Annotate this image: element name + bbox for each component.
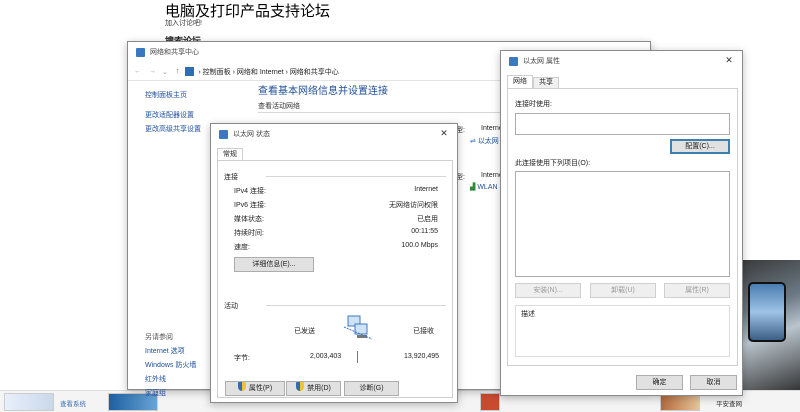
breadcrumb: › 控制面板 › 网络和 Internet › 网络和共享中心	[198, 68, 339, 76]
bytes-received-value: 13,920,495	[404, 353, 440, 360]
configure-button[interactable]: 配置(C)...	[670, 139, 730, 154]
ipv4-value: Internet	[414, 186, 438, 193]
wlan-connection[interactable]: ▟ WLAN	[470, 183, 498, 191]
back-arrow-icon[interactable]: ←	[134, 68, 141, 75]
page-heading: 查看基本网络信息并设置连接	[258, 86, 388, 97]
properties-titlebar[interactable]: 以太网 属性	[501, 51, 742, 71]
section-connection: 连接	[224, 174, 238, 181]
disable-label: 禁用(D)	[307, 385, 331, 392]
status-properties-button[interactable]: 属性(P)	[225, 381, 285, 396]
duration-value: 00:11:55	[411, 228, 438, 235]
ethernet-icon: ⇌	[470, 138, 478, 145]
active-networks-label: 查看活动网络	[258, 103, 300, 110]
uac-shield-icon	[237, 382, 246, 391]
divider	[357, 351, 358, 363]
see-also-internet-options[interactable]: Internet 选项	[145, 346, 185, 356]
ipv6-value: 无网络访问权限	[389, 202, 438, 209]
connection-details: IPv4 连接: Internet IPv6 连接: 无网络访问权限 媒体状态: 已启…	[234, 186, 438, 256]
status-tab-panel: 连接 IPv4 连接: Internet IPv6 连接: 无网络访问权限 媒体状态…	[217, 160, 453, 398]
received-label: 已接收	[413, 328, 434, 335]
background-phone-image	[740, 260, 800, 395]
tab-sharing[interactable]: 共享	[533, 77, 559, 88]
media-state-label: 媒体状态:	[234, 216, 264, 223]
connect-using-label: 连接时使用:	[515, 101, 552, 108]
close-icon[interactable]: ✕	[716, 51, 742, 69]
forum-subtitle[interactable]: 加入讨论吧!	[165, 18, 202, 28]
thumbnail-3[interactable]	[480, 393, 500, 411]
uninstall-button[interactable]: 卸载(U)	[590, 283, 656, 298]
divider	[266, 176, 446, 177]
see-also-title: 另请参阅	[145, 334, 173, 341]
ipv4-label: IPv4 连接:	[234, 188, 266, 195]
divider	[266, 305, 446, 306]
ethernet-properties-dialog: 以太网 属性 ✕ 网络 共享 连接时使用: 配置(C)... 此连接使用下列项目…	[500, 50, 743, 396]
install-button[interactable]: 安装(N)...	[515, 283, 581, 298]
ipv6-label: IPv6 连接:	[234, 202, 266, 209]
breadcrumb-item[interactable]: 网络和共享中心	[290, 69, 339, 76]
close-icon[interactable]: ✕	[431, 124, 457, 142]
taskbar-item-1[interactable]: 查看系统	[60, 398, 86, 408]
status-title: 以太网 状态	[233, 131, 270, 138]
ethernet-status-dialog: 以太网 状态 ✕ 常规 连接 IPv4 连接: Internet IPv6 连接:…	[210, 123, 458, 403]
sent-label: 已发送	[294, 328, 315, 335]
components-list[interactable]	[515, 171, 730, 277]
control-panel-icon	[185, 67, 195, 76]
diagnose-button[interactable]: 诊断(G)	[344, 381, 399, 396]
tab-networking[interactable]: 网络	[507, 75, 533, 88]
network-center-title: 网络和共享中心	[150, 49, 199, 56]
network-icon	[136, 47, 145, 57]
ok-button[interactable]: 确定	[636, 375, 683, 390]
items-label: 此连接使用下列项目(O):	[515, 160, 591, 167]
speed-label: 速度:	[234, 244, 250, 251]
adapter-field[interactable]	[515, 113, 730, 135]
description-group: 描述	[515, 305, 730, 357]
speed-value: 100.0 Mbps	[401, 242, 438, 249]
sidebar-link-adapter[interactable]: 更改适配器设置	[145, 110, 194, 120]
breadcrumb-item[interactable]: 网络和 Internet	[237, 69, 284, 76]
forward-arrow-icon[interactable]: →	[149, 68, 156, 75]
see-also-homegroup[interactable]: 家庭组	[145, 388, 166, 398]
network-adapter-icon	[509, 56, 518, 66]
properties-title: 以太网 属性	[523, 58, 560, 65]
bytes-label: 字节:	[234, 355, 250, 362]
bytes-sent-value: 2,003,403	[310, 353, 342, 360]
networking-tab-panel: 连接时使用: 配置(C)... 此连接使用下列项目(O): 安装(N)... 卸…	[507, 88, 738, 366]
ethernet-link[interactable]: 以太网	[478, 138, 499, 145]
item-properties-button[interactable]: 属性(R)	[664, 283, 730, 298]
network-activity-icon	[342, 315, 374, 341]
tab-general[interactable]: 常规	[217, 148, 243, 160]
details-button[interactable]: 详细信息(E)...	[234, 257, 314, 272]
breadcrumb-item[interactable]: 控制面板	[203, 69, 231, 76]
uac-shield-icon	[296, 382, 305, 391]
media-state-value: 已启用	[417, 216, 438, 223]
cancel-button[interactable]: 取消	[690, 375, 737, 390]
up-arrow-icon[interactable]: ↑	[176, 68, 180, 75]
sidebar-link-advanced-sharing[interactable]: 更改高级共享设置	[145, 124, 201, 134]
taskbar-item-2[interactable]: 平安查网	[716, 398, 742, 408]
ethernet-connection[interactable]: ⇌ 以太网	[470, 136, 499, 146]
status-properties-label: 属性(P)	[248, 385, 273, 392]
status-titlebar[interactable]: 以太网 状态	[211, 124, 457, 144]
sidebar-link-home[interactable]: 控制面板主页	[145, 90, 187, 100]
see-also-infrared[interactable]: 红外线	[145, 374, 166, 384]
disable-button[interactable]: 禁用(D)	[286, 381, 341, 396]
see-also-firewall[interactable]: Windows 防火墙	[145, 360, 196, 370]
divider	[258, 112, 508, 113]
network-adapter-icon	[219, 129, 228, 139]
thumbnail-1[interactable]	[4, 393, 54, 411]
duration-label: 持续时间:	[234, 230, 264, 237]
recent-chevron-icon[interactable]: ⌄	[162, 68, 168, 76]
section-activity: 活动	[224, 303, 238, 310]
description-label: 描述	[521, 311, 535, 318]
wlan-link[interactable]: WLAN	[477, 184, 497, 191]
